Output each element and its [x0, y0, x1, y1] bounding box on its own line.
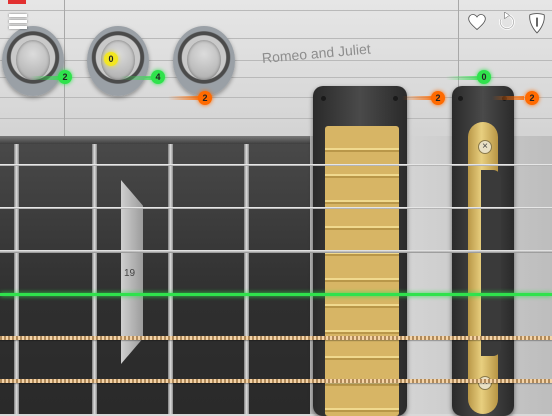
neck-pickup-slot — [481, 170, 501, 356]
string-6[interactable] — [0, 379, 552, 383]
guitar-pick-icon[interactable] — [528, 12, 546, 34]
pickup-screw-icon: × — [478, 140, 492, 154]
string-1[interactable] — [0, 164, 552, 166]
note-trail — [168, 96, 200, 100]
note-trail — [402, 96, 434, 100]
note-trail — [30, 76, 60, 80]
fret-wire — [14, 144, 19, 414]
fret-wire — [168, 144, 173, 414]
string-3[interactable] — [0, 250, 552, 253]
tab-line — [0, 10, 552, 11]
note-marker: 2 — [431, 91, 445, 105]
screw — [393, 96, 398, 101]
note-marker: 0 — [477, 70, 491, 84]
bridge-pickup — [325, 126, 399, 416]
heart-icon[interactable] — [467, 12, 487, 32]
string-2[interactable] — [0, 207, 552, 209]
restart-icon[interactable] — [497, 12, 517, 32]
tab-line — [0, 38, 552, 39]
note-trail — [446, 76, 480, 80]
hamburger-menu-icon[interactable] — [9, 14, 27, 30]
note-marker: 4 — [151, 70, 165, 84]
string-4-active[interactable] — [0, 293, 552, 296]
note-trail — [120, 76, 154, 80]
note-marker: 2 — [525, 91, 539, 105]
measure-bar-line — [64, 0, 65, 136]
fret-number: 19 — [124, 268, 136, 279]
knob-2[interactable] — [87, 26, 149, 96]
fret-wire — [92, 144, 97, 414]
note-marker: 2 — [198, 91, 212, 105]
note-marker: 0 — [104, 52, 118, 66]
fretboard — [0, 136, 310, 414]
knob-3[interactable] — [173, 26, 235, 96]
note-marker: 2 — [58, 70, 72, 84]
string-5[interactable] — [0, 336, 552, 340]
playhead-marker — [8, 0, 26, 4]
note-trail — [492, 96, 524, 100]
fret-wire — [244, 144, 249, 414]
screw — [321, 96, 326, 101]
knob-1[interactable] — [2, 26, 64, 96]
screw — [458, 96, 463, 101]
